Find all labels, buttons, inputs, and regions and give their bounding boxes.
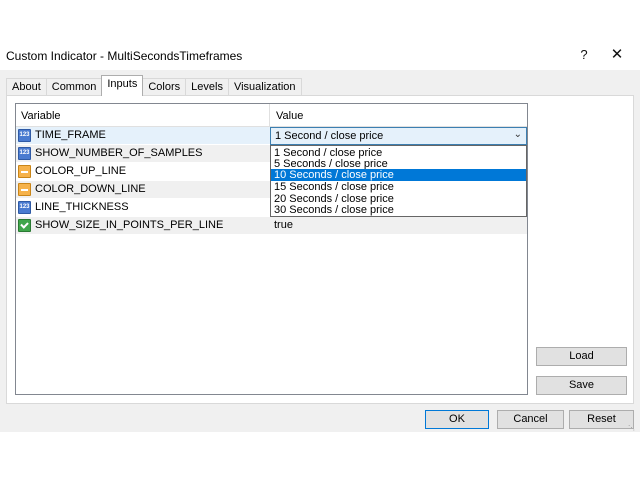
window-title: Custom Indicator - MultiSecondsTimeframe… [6, 49, 243, 63]
tab-colors[interactable]: Colors [142, 78, 187, 95]
row-label: COLOR_UP_LINE [35, 165, 127, 177]
row-value: true [274, 219, 293, 231]
dropdown-option-highlighted[interactable]: 10 Seconds / close price [271, 169, 526, 181]
save-button[interactable]: Save [536, 376, 627, 395]
row-name-cell: COLOR_DOWN_LINE [16, 181, 269, 198]
time-frame-select[interactable]: 1 Second / close price ⌄ [270, 127, 527, 145]
row-label: SHOW_SIZE_IN_POINTS_PER_LINE [35, 219, 224, 231]
grid-row-show-size-in-points[interactable]: SHOW_SIZE_IN_POINTS_PER_LINE true [16, 217, 527, 234]
row-name-cell: 123 SHOW_NUMBER_OF_SAMPLES [16, 145, 269, 162]
header-divider[interactable] [269, 104, 270, 126]
row-name-cell: COLOR_UP_LINE [16, 163, 269, 180]
row-label: COLOR_DOWN_LINE [35, 183, 146, 195]
reset-button[interactable]: Reset [569, 410, 634, 429]
close-button[interactable]: ✕ [603, 44, 631, 66]
cancel-button[interactable]: Cancel [497, 410, 564, 429]
row-label: SHOW_NUMBER_OF_SAMPLES [35, 147, 203, 159]
header-variable[interactable]: Variable [21, 110, 61, 122]
tab-about[interactable]: About [6, 78, 47, 95]
header-value[interactable]: Value [276, 110, 303, 122]
tab-levels[interactable]: Levels [185, 78, 229, 95]
time-frame-dropdown-list: 1 Second / close price 5 Seconds / close… [270, 145, 527, 217]
row-name-cell: 123 LINE_THICKNESS [16, 199, 269, 216]
number-icon: 123 [18, 201, 31, 214]
tab-visualization[interactable]: Visualization [227, 78, 302, 95]
chevron-down-icon[interactable]: ⌄ [514, 129, 522, 140]
tab-common[interactable]: Common [45, 78, 103, 95]
row-value-cell[interactable]: true [270, 217, 527, 234]
dropdown-option[interactable]: 30 Seconds / close price [271, 204, 526, 216]
ok-button[interactable]: OK [425, 410, 489, 429]
color-icon [18, 183, 31, 196]
number-icon: 123 [18, 129, 31, 142]
number-icon: 123 [18, 147, 31, 160]
select-value: 1 Second / close price [275, 130, 384, 142]
row-label: TIME_FRAME [35, 129, 106, 141]
row-name-cell: SHOW_SIZE_IN_POINTS_PER_LINE [16, 217, 269, 234]
tab-inputs[interactable]: Inputs [101, 75, 144, 96]
load-button[interactable]: Load [536, 347, 627, 366]
dropdown-option[interactable]: 15 Seconds / close price [271, 181, 526, 193]
grid-header [16, 104, 527, 127]
bool-icon [18, 219, 31, 232]
row-name-cell: 123 TIME_FRAME [16, 127, 269, 144]
row-label: LINE_THICKNESS [35, 201, 129, 213]
resize-grip-icon[interactable]: ⋱ [628, 424, 638, 432]
color-icon [18, 165, 31, 178]
tab-strip: About Common Inputs Colors Levels Visual… [6, 75, 302, 96]
help-button[interactable]: ? [570, 44, 598, 66]
